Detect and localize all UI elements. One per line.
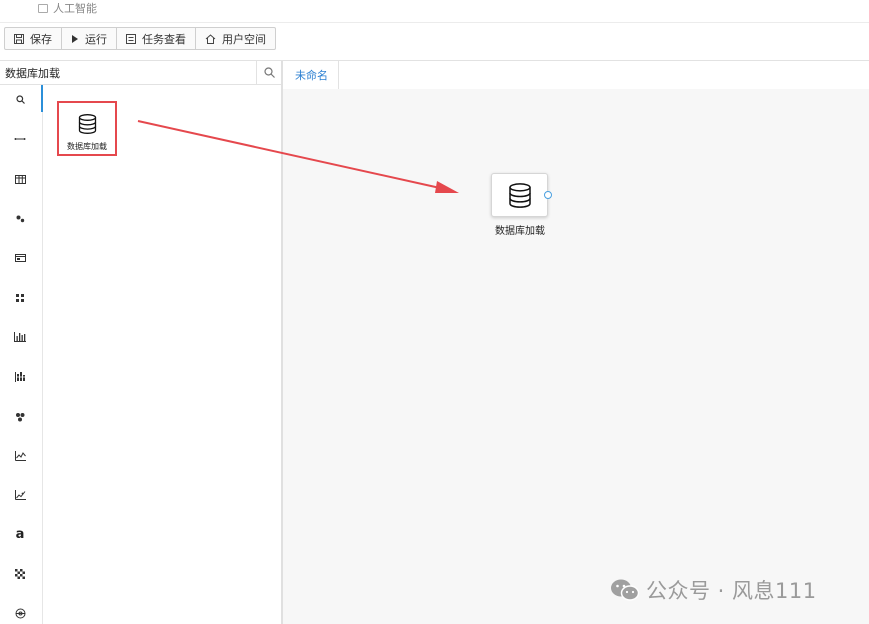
watermark: 公众号 · 风息111 <box>610 575 817 605</box>
drag-arrow-annotation <box>137 120 459 193</box>
wechat-icon <box>611 579 640 601</box>
watermark-text: 公众号 · 风息111 <box>646 579 817 603</box>
